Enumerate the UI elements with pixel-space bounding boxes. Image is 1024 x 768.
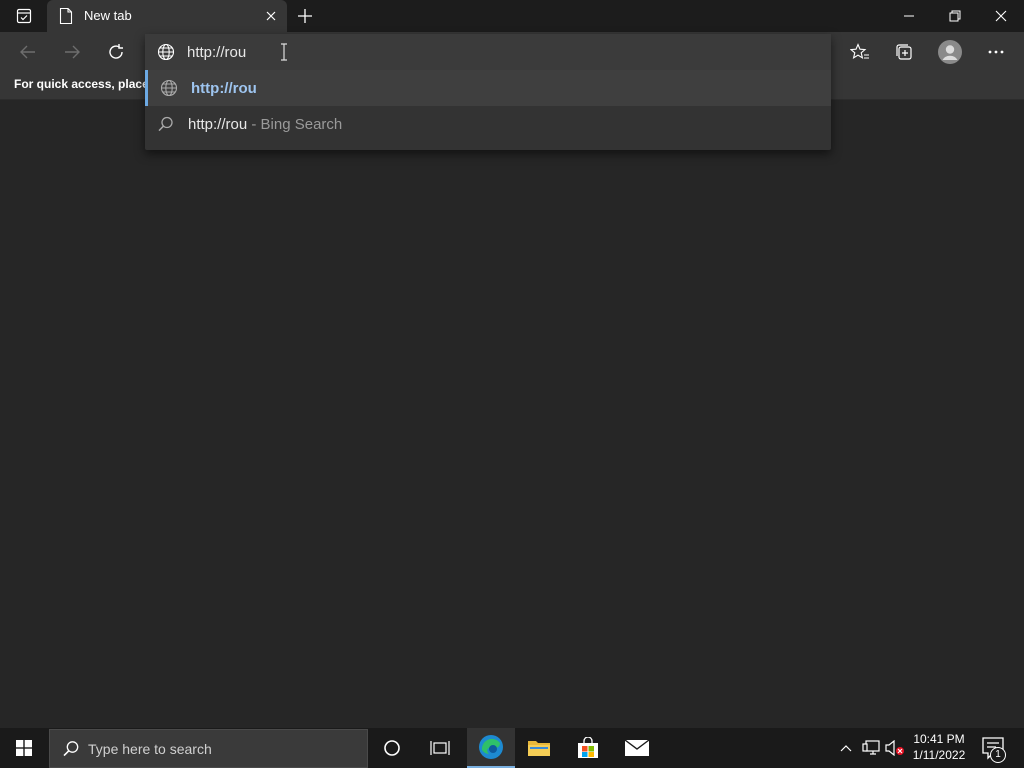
page-content xyxy=(0,101,1024,728)
back-button[interactable] xyxy=(14,38,42,66)
more-icon xyxy=(988,50,1004,54)
address-bar[interactable] xyxy=(145,34,831,70)
store-icon xyxy=(578,737,598,758)
collections-button[interactable] xyxy=(890,38,918,66)
restore-icon xyxy=(949,10,961,22)
refresh-button[interactable] xyxy=(102,38,130,66)
tab-close-button[interactable] xyxy=(261,6,281,26)
volume-muted-icon xyxy=(885,740,904,756)
clock[interactable]: 10:41 PM 1/11/2022 xyxy=(905,731,973,763)
screen: New tab For quick access, place y http:/… xyxy=(0,0,1024,768)
tab-title: New tab xyxy=(84,8,132,23)
close-window-button[interactable] xyxy=(978,0,1024,32)
forward-button[interactable] xyxy=(58,38,86,66)
cortana-icon xyxy=(384,740,400,756)
clock-date: 1/11/2022 xyxy=(912,748,966,762)
text-cursor-icon xyxy=(281,43,287,61)
mail-button[interactable] xyxy=(613,728,661,768)
star-list-icon xyxy=(850,43,869,59)
favorites-button[interactable] xyxy=(846,38,874,66)
search-icon xyxy=(63,741,79,757)
chevron-up-icon xyxy=(840,745,852,752)
close-icon xyxy=(995,10,1007,22)
settings-more-button[interactable] xyxy=(982,38,1010,66)
suggestion-source: - Bing Search xyxy=(247,116,343,133)
minimize-button[interactable] xyxy=(886,0,932,32)
taskbar-search-box[interactable]: Type here to search xyxy=(49,729,368,768)
show-hidden-icons-button[interactable] xyxy=(836,728,856,768)
refresh-icon xyxy=(109,44,123,59)
windows-logo-icon xyxy=(16,740,32,756)
globe-icon xyxy=(157,43,175,61)
back-arrow-icon xyxy=(20,45,35,59)
notification-count-badge: 1 xyxy=(990,747,1006,763)
avatar-icon xyxy=(938,40,962,64)
start-button[interactable] xyxy=(0,728,48,768)
task-view-button[interactable] xyxy=(416,728,464,768)
new-tab-button[interactable] xyxy=(293,4,317,28)
plus-icon xyxy=(298,9,312,23)
tab-actions-button[interactable] xyxy=(8,6,40,26)
suggestion-text: http://rou xyxy=(191,80,257,97)
folder-icon xyxy=(528,741,550,756)
close-icon xyxy=(266,11,276,21)
volume-button[interactable] xyxy=(884,728,906,768)
restore-button[interactable] xyxy=(932,0,978,32)
address-bar-dropdown: http://rou http://rou - Bing Search xyxy=(145,34,831,150)
globe-icon xyxy=(160,79,178,97)
mail-icon xyxy=(624,739,650,756)
search-placeholder: Type here to search xyxy=(88,741,212,757)
store-button[interactable] xyxy=(564,728,612,768)
title-bar: New tab xyxy=(0,0,1024,32)
tab-actions-icon xyxy=(16,8,32,24)
clock-time: 10:41 PM xyxy=(913,732,965,746)
favorites-bar-hint: For quick access, place y xyxy=(14,77,159,91)
profile-button[interactable] xyxy=(934,36,966,68)
page-icon xyxy=(59,8,73,24)
cortana-button[interactable] xyxy=(368,728,416,768)
minimize-icon xyxy=(904,15,914,17)
network-icon xyxy=(862,740,880,755)
tab-new-tab[interactable]: New tab xyxy=(47,0,287,32)
suggestion-url[interactable]: http://rou xyxy=(145,70,831,106)
file-explorer-button[interactable] xyxy=(515,728,563,768)
search-icon xyxy=(158,116,173,132)
edge-icon xyxy=(479,735,503,759)
forward-arrow-icon xyxy=(65,45,80,59)
network-button[interactable] xyxy=(860,728,882,768)
suggestion-text: http://rou - Bing Search xyxy=(188,116,342,133)
taskbar: Type here to search 10:41 PM 1/11/2022 1 xyxy=(0,728,1024,768)
suggestion-bing-search[interactable]: http://rou - Bing Search xyxy=(145,106,831,142)
address-input[interactable] xyxy=(187,41,587,63)
collections-icon xyxy=(896,44,912,60)
task-view-icon xyxy=(430,741,450,755)
suggestion-query: http://rou xyxy=(188,116,248,133)
edge-taskbar-button[interactable] xyxy=(467,728,515,768)
